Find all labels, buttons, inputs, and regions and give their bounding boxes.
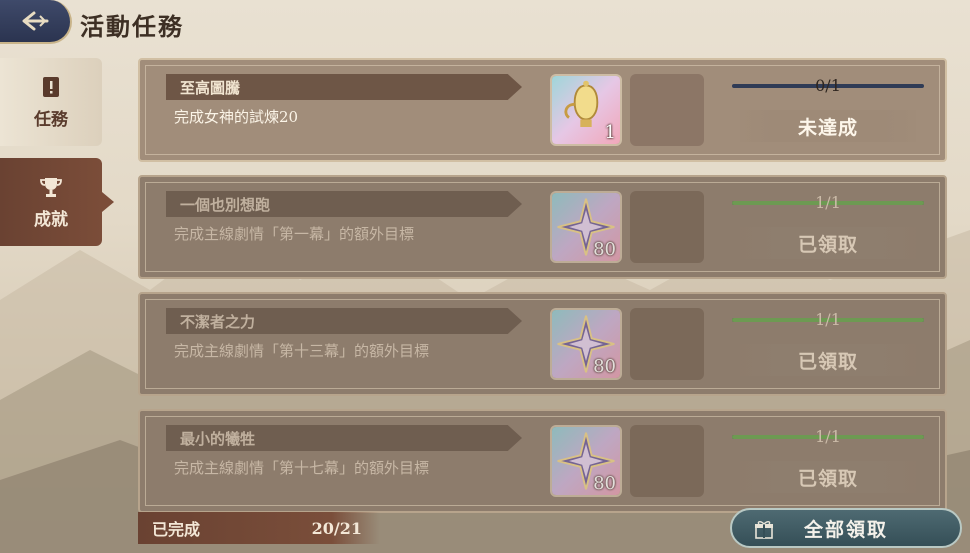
quest-description: 完成主線劇情「第一幕」的額外目標 <box>174 225 415 243</box>
progress-bar: 1/1 <box>732 193 924 213</box>
progress-text: 1/1 <box>815 193 841 212</box>
reward-quantity: 80 <box>593 473 616 494</box>
tab-achievements[interactable]: 成就 <box>0 158 114 246</box>
claim-all-button[interactable]: 全部領取 <box>730 508 962 548</box>
tab-achievements-label: 成就 <box>34 209 68 230</box>
empty-reward-slot <box>630 308 704 380</box>
reward-slot[interactable]: 80 <box>550 308 622 380</box>
quest-card: 一個也別想跑 完成主線劇情「第一幕」的額外目標 80 1/1 已領取 <box>138 175 947 279</box>
exclamation-scroll-icon <box>43 76 59 97</box>
reward-slot[interactable]: 80 <box>550 191 622 263</box>
quest-title: 不潔者之力 <box>166 308 522 334</box>
trophy-icon <box>40 177 62 197</box>
tab-missions[interactable]: 任務 <box>0 58 102 146</box>
empty-reward-slot <box>630 74 704 146</box>
claim-all-label: 全部領取 <box>803 518 888 541</box>
quest-card: 不潔者之力 完成主線劇情「第十三幕」的額外目標 80 1/1 已領取 <box>138 292 947 396</box>
status-button[interactable]: 已領取 <box>740 344 916 376</box>
gift-icon <box>755 521 773 539</box>
status-button[interactable]: 已領取 <box>740 227 916 259</box>
back-arrow-icon <box>22 11 49 31</box>
progress-bar: 1/1 <box>732 427 924 447</box>
progress-text: 1/1 <box>815 427 841 446</box>
reward-quantity: 80 <box>593 356 616 377</box>
back-button[interactable] <box>0 0 72 44</box>
reward-quantity: 1 <box>604 122 616 143</box>
quest-description: 完成女神的試煉20 <box>174 108 299 126</box>
progress-text: 0/1 <box>815 76 841 95</box>
reward-slot[interactable]: 80 <box>550 425 622 497</box>
quest-description: 完成主線劇情「第十三幕」的額外目標 <box>174 342 430 360</box>
status-button[interactable]: 已領取 <box>740 461 916 493</box>
reward-slot[interactable]: 1 <box>550 74 622 146</box>
status-button[interactable]: 未達成 <box>740 110 916 142</box>
quest-card: 至高圖騰 完成女神的試煉20 1 0/1 未達成 <box>138 58 947 162</box>
completed-label: 已完成 <box>152 520 201 539</box>
quest-title: 一個也別想跑 <box>166 191 522 217</box>
quest-title: 最小的犧牲 <box>166 425 522 451</box>
page-title: 活動任務 <box>80 12 184 41</box>
quest-description: 完成主線劇情「第十七幕」的額外目標 <box>174 459 430 477</box>
completed-counter: 已完成 20/21 <box>138 512 380 544</box>
progress-bar: 1/1 <box>732 310 924 330</box>
reward-quantity: 80 <box>593 239 616 260</box>
quest-card: 最小的犧牲 完成主線劇情「第十七幕」的額外目標 80 1/1 已領取 <box>138 409 947 513</box>
empty-reward-slot <box>630 425 704 497</box>
tab-missions-label: 任務 <box>34 109 68 130</box>
empty-reward-slot <box>630 191 704 263</box>
completed-count: 20/21 <box>311 518 362 538</box>
progress-text: 1/1 <box>815 310 841 329</box>
quest-title: 至高圖騰 <box>166 74 522 100</box>
progress-bar: 0/1 <box>732 76 924 96</box>
